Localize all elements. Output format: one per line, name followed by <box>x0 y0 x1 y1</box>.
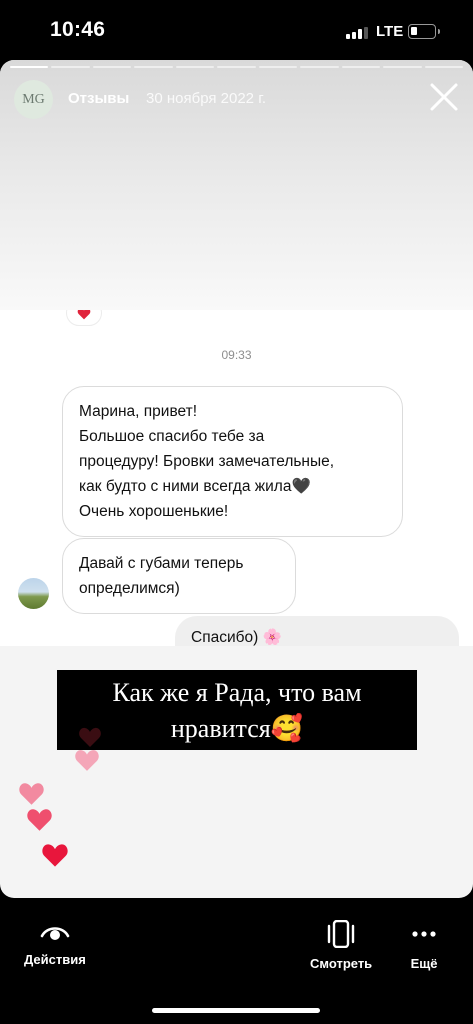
sender-avatar <box>18 578 49 609</box>
message-line: Марина, привет! <box>79 403 198 420</box>
progress-segment <box>217 66 256 68</box>
reply-text: Спасибо) 🌸 <box>191 629 282 646</box>
story-account-name[interactable]: Отзывы <box>68 90 129 107</box>
progress-segment <box>51 66 90 68</box>
bottom-action-bar: Действия Смотреть Ещё <box>0 898 473 1024</box>
more-button[interactable]: Ещё <box>408 920 440 971</box>
progress-segment <box>175 66 215 68</box>
actions-button[interactable]: Действия <box>24 920 86 967</box>
more-label: Ещё <box>410 956 438 971</box>
message-bubble: Давай с губами теперь определимся) <box>62 538 296 614</box>
story-avatar[interactable]: MG <box>14 80 53 119</box>
progress-segment <box>10 66 49 68</box>
progress-segment <box>134 66 173 68</box>
eye-icon <box>40 927 70 940</box>
story-date: 30 ноября 2022 г. <box>146 90 266 107</box>
signal-icon <box>346 27 370 39</box>
message-bubble: Марина, привет! Большое спасибо тебе за … <box>62 386 403 537</box>
battery-level <box>411 27 417 35</box>
battery-icon <box>408 24 440 39</box>
reply-bubble: Спасибо) 🌸 <box>175 616 459 646</box>
story-caption: Как же я Рада, что вам нравится🥰 <box>57 670 417 750</box>
message-line: определимся) <box>79 580 180 597</box>
status-time: 10:46 <box>50 18 106 41</box>
heart-icon <box>42 844 68 867</box>
story-progress <box>10 66 463 68</box>
caption-line: Как же я Рада, что вам <box>112 678 362 707</box>
heart-icon <box>19 783 44 805</box>
heart-icon <box>79 727 101 747</box>
story-card[interactable]: MG Отзывы 30 ноября 2022 г. 09:33 Марина… <box>0 60 473 898</box>
more-dots-icon <box>412 931 436 937</box>
chat-screenshot: 09:33 Марина, привет! Большое спасибо те… <box>0 310 473 646</box>
heart-reaction-icon <box>66 310 102 326</box>
progress-segment <box>92 66 132 68</box>
progress-segment <box>383 66 422 68</box>
view-button[interactable]: Смотреть <box>310 920 372 971</box>
heart-icon <box>27 809 52 831</box>
progress-segment <box>258 66 298 68</box>
message-line: Давай с губами теперь <box>79 555 244 572</box>
message-time: 09:33 <box>221 348 252 362</box>
message-line: Большое спасибо тебе за <box>79 428 265 445</box>
status-bar: 10:46 LTE <box>0 0 473 62</box>
caption-line: нравится🥰 <box>170 714 304 743</box>
message-line: как будто с ними всегда жила🖤 <box>79 478 311 495</box>
message-line: процедуру! Бровки замечательные, <box>79 453 335 470</box>
device-rotate-icon <box>327 920 355 948</box>
close-icon[interactable] <box>427 80 461 114</box>
network-label: LTE <box>376 23 404 40</box>
progress-segment <box>424 66 463 68</box>
actions-label: Действия <box>24 952 86 967</box>
progress-segment <box>300 66 339 68</box>
message-line: Очень хорошенькие! <box>79 503 229 520</box>
heart-icon <box>75 750 99 771</box>
avatar-monogram: MG <box>22 91 45 107</box>
view-label: Смотреть <box>310 956 373 971</box>
home-indicator <box>152 1008 320 1013</box>
progress-segment <box>341 66 381 68</box>
